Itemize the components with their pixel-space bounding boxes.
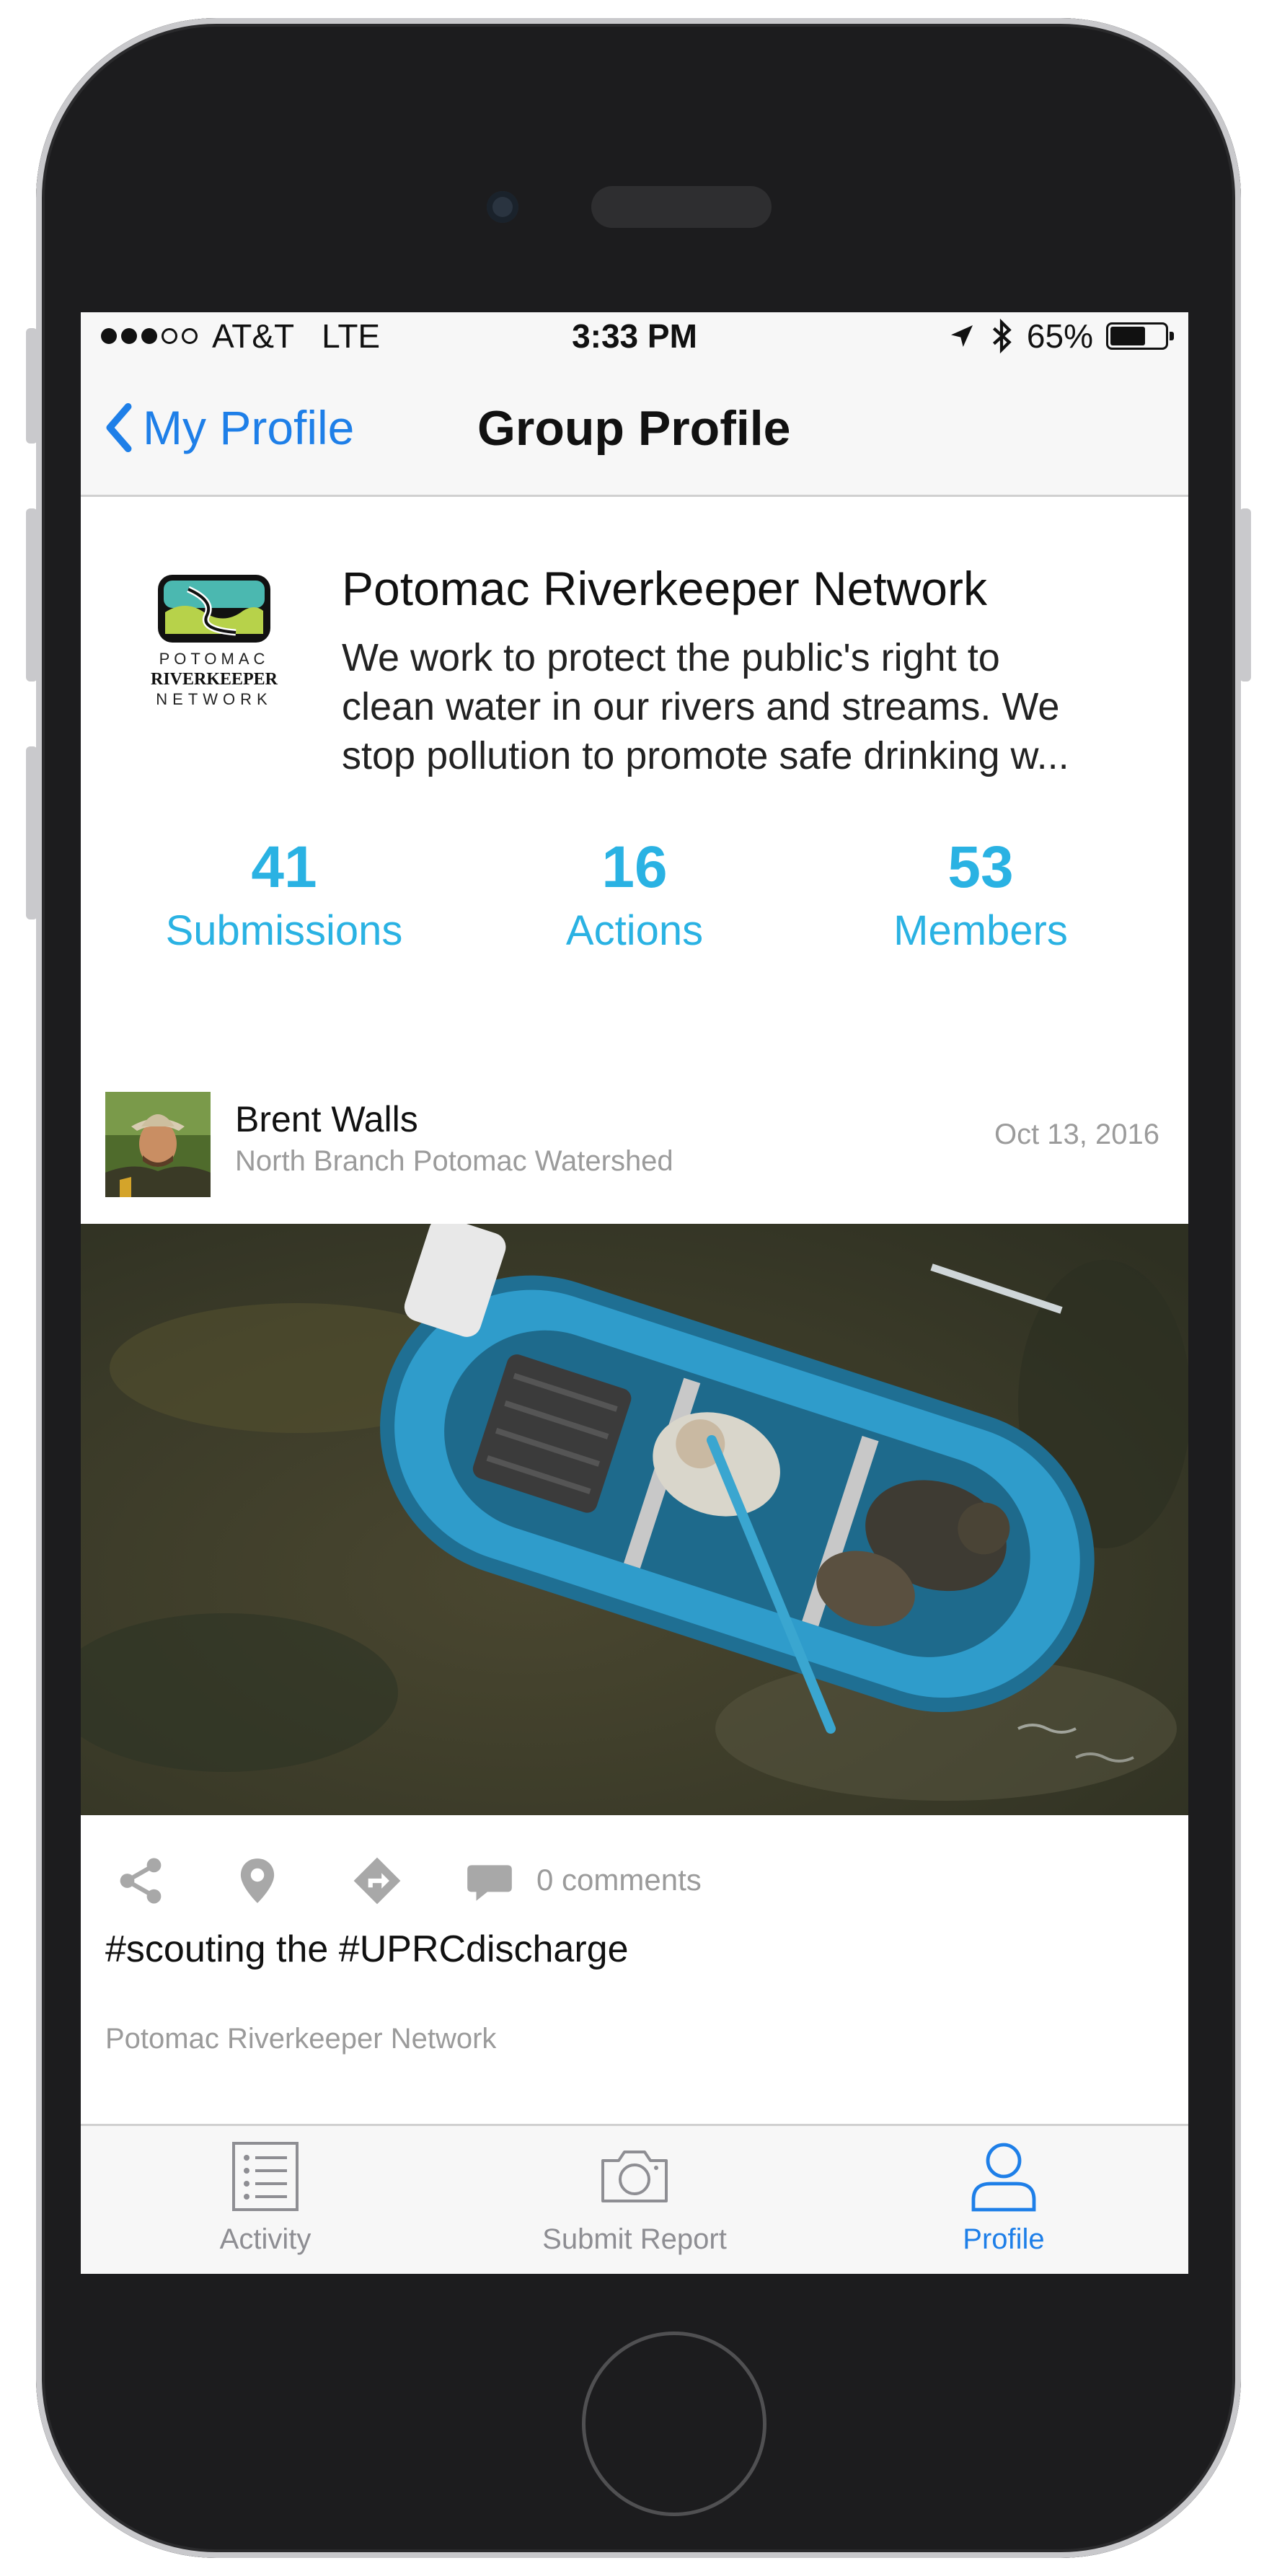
tab-label: Submit Report	[542, 2223, 727, 2255]
back-button-label: My Profile	[143, 401, 355, 454]
stat-submissions[interactable]: 41 Submissions	[111, 832, 457, 958]
status-bar: AT&T LTE 3:33 PM 65%	[81, 312, 1188, 363]
share-icon[interactable]	[114, 1854, 167, 1907]
tab-bar: Activity Submit Report Profile	[81, 2124, 1188, 2274]
logo-text-network: NETWORK	[156, 690, 272, 708]
tab-profile[interactable]: Profile	[819, 2126, 1188, 2274]
earpiece-speaker	[591, 186, 772, 228]
volume-down-button	[26, 746, 37, 919]
app-screen: AT&T LTE 3:33 PM 65% My Profile Group Pr…	[81, 312, 1188, 2274]
mute-switch	[26, 328, 37, 444]
stat-label: Actions	[565, 907, 704, 954]
author-avatar[interactable]	[105, 1092, 211, 1197]
logo-text-potomac: POTOMAC	[159, 650, 270, 668]
stat-value: 41	[251, 834, 317, 900]
author-group: North Branch Potomac Watershed	[235, 1145, 673, 1177]
stat-actions[interactable]: 16 Actions	[461, 832, 808, 958]
stat-label: Members	[893, 907, 1068, 954]
group-description: We work to protect the public's right to…	[342, 633, 1157, 780]
stat-label: Submissions	[165, 907, 403, 954]
author-name[interactable]: Brent Walls	[235, 1098, 418, 1140]
group-logo: POTOMAC RIVERKEEPER NETWORK	[135, 572, 293, 716]
post-date: Oct 13, 2016	[994, 1119, 1159, 1150]
group-stats: 41 Submissions 16 Actions 53 Members	[81, 832, 1188, 976]
navigation-bar: My Profile Group Profile	[81, 363, 1188, 497]
activity-list-icon	[232, 2142, 299, 2211]
bluetooth-icon	[992, 318, 1012, 354]
stat-members[interactable]: 53 Members	[808, 832, 1154, 958]
tab-label: Activity	[219, 2223, 311, 2255]
chevron-left-icon	[106, 402, 132, 453]
map-pin-icon[interactable]	[231, 1854, 284, 1907]
volume-up-button	[26, 508, 37, 682]
comment-icon[interactable]	[463, 1854, 516, 1907]
post-actions: 0 comments	[81, 1841, 1188, 1913]
group-description-line: clean water in our rivers and streams. W…	[342, 685, 1060, 728]
power-button	[1240, 508, 1251, 682]
stat-value: 16	[601, 834, 668, 900]
battery-percent: 65%	[1026, 317, 1093, 355]
logo-text-riverkeeper: RIVERKEEPER	[151, 670, 278, 689]
front-camera	[487, 191, 518, 223]
tab-activity[interactable]: Activity	[81, 2126, 450, 2274]
directions-icon[interactable]	[350, 1854, 404, 1907]
post-group-name[interactable]: Potomac Riverkeeper Network	[105, 2023, 496, 2055]
post-photo[interactable]	[81, 1217, 1188, 1815]
tab-submit-report[interactable]: Submit Report	[450, 2126, 819, 2274]
page-title: Group Profile	[477, 401, 791, 456]
group-description-line: stop pollution to promote safe drinking …	[342, 734, 1069, 777]
home-button[interactable]	[582, 2332, 766, 2516]
location-arrow-icon	[950, 325, 973, 347]
battery-icon	[1106, 322, 1174, 350]
profile-icon	[971, 2143, 1036, 2212]
camera-icon	[601, 2151, 668, 2202]
tab-label: Profile	[963, 2223, 1045, 2255]
post-caption: #scouting the #UPRCdischarge	[105, 1928, 629, 1970]
comments-count[interactable]: 0 comments	[536, 1863, 702, 1897]
stat-value: 53	[947, 834, 1014, 900]
back-button[interactable]: My Profile	[104, 400, 354, 455]
group-name: Potomac Riverkeeper Network	[342, 562, 987, 615]
group-description-line: We work to protect the public's right to	[342, 636, 1000, 679]
